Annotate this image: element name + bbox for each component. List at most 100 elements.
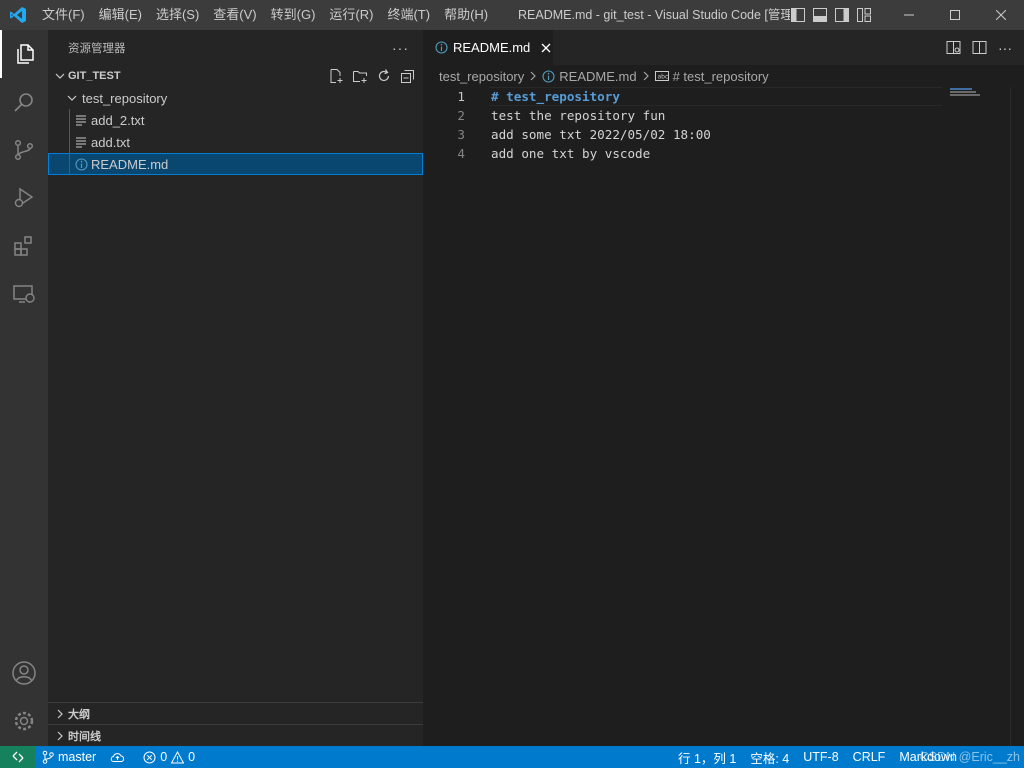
outline-section-header[interactable]: 大纲	[48, 702, 423, 724]
editor-actions: ···	[944, 30, 1014, 65]
open-preview-icon[interactable]	[944, 39, 962, 57]
sync-changes[interactable]	[103, 746, 136, 768]
timeline-label: 时间线	[68, 730, 101, 743]
code-line: 2 test the repository fun	[423, 106, 1024, 125]
close-icon[interactable]	[538, 40, 553, 56]
collapse-all-icon[interactable]	[399, 67, 417, 85]
breadcrumb-symbol[interactable]: # test_repository	[673, 69, 769, 84]
menu-file[interactable]: 文件(F)	[35, 0, 92, 30]
workspace-section-header[interactable]: GIT_TEST	[48, 65, 423, 87]
folder-name: test_repository	[82, 90, 168, 106]
warning-count: 0	[188, 750, 196, 764]
line-text: # test_repository	[491, 89, 620, 104]
line-text: add one txt by vscode	[491, 146, 651, 161]
menu-bar: 文件(F) 编辑(E) 选择(S) 查看(V) 转到(G) 运行(R) 终端(T…	[35, 0, 495, 30]
branch-indicator[interactable]: master	[35, 746, 103, 768]
menu-terminal[interactable]: 终端(T)	[380, 0, 437, 30]
run-debug-icon[interactable]	[0, 174, 48, 222]
layout-controls	[790, 0, 872, 30]
tab-bar: README.md ···	[423, 30, 1024, 65]
status-right: 行 1，列 1 空格: 4 UTF-8 CRLF Markdown CSDN @…	[671, 746, 1024, 768]
window-title: README.md - git_test - Visual Studio Cod…	[518, 8, 790, 22]
account-icon[interactable]	[0, 649, 48, 697]
menu-edit[interactable]: 编辑(E)	[92, 0, 149, 30]
status-bar: master 0 0 行 1，列 1 空格: 4 UTF-8 CRLF Mark…	[0, 746, 1024, 768]
cursor-position[interactable]: 行 1，列 1	[671, 746, 743, 768]
branch-name: master	[58, 750, 97, 764]
chevron-right-icon	[52, 731, 68, 741]
breadcrumb-file[interactable]: README.md	[559, 69, 636, 84]
more-actions-icon[interactable]: ···	[996, 39, 1014, 57]
text-file-icon	[73, 134, 89, 150]
code-editor[interactable]: 1 # test_repository 2 test the repositor…	[423, 87, 1024, 163]
remote-explorer-icon[interactable]	[0, 270, 48, 318]
split-editor-icon[interactable]	[970, 39, 988, 57]
file-name: add_2.txt	[91, 112, 145, 128]
git-branch-icon	[42, 750, 54, 764]
menu-selection[interactable]: 选择(S)	[149, 0, 206, 30]
code-line: 3 add some txt 2022/05/02 18:00	[423, 125, 1024, 144]
chevron-down-icon	[52, 71, 68, 81]
problems-indicator[interactable]: 0 0	[136, 746, 202, 768]
refresh-icon[interactable]	[375, 67, 393, 85]
menu-view[interactable]: 查看(V)	[206, 0, 263, 30]
info-icon	[435, 41, 448, 54]
file-row-selected[interactable]: README.md	[48, 153, 423, 175]
chevron-right-icon	[642, 71, 650, 81]
line-number: 2	[457, 108, 465, 123]
line-text: add some txt 2022/05/02 18:00	[491, 127, 711, 142]
warning-icon	[171, 750, 185, 764]
indentation[interactable]: 空格: 4	[743, 746, 796, 768]
outline-label: 大纲	[68, 708, 90, 721]
menu-run[interactable]: 运行(R)	[322, 0, 380, 30]
search-icon[interactable]	[0, 78, 48, 126]
menu-go[interactable]: 转到(G)	[264, 0, 323, 30]
code-line: 1 # test_repository	[423, 87, 1024, 106]
explorer-header: 资源管理器 ···	[48, 30, 423, 65]
string-symbol-icon: abc	[654, 70, 669, 82]
customize-layout-icon[interactable]	[856, 7, 872, 23]
error-icon	[143, 751, 156, 764]
file-name: README.md	[91, 156, 169, 172]
minimize-icon[interactable]	[886, 0, 932, 30]
text-file-icon	[73, 112, 89, 128]
tab-readme[interactable]: README.md	[423, 30, 553, 65]
toggle-panel-icon[interactable]	[812, 7, 828, 23]
line-number: 3	[457, 127, 465, 142]
menu-help[interactable]: 帮助(H)	[437, 0, 495, 30]
activity-bar	[0, 30, 48, 746]
vscode-logo-icon[interactable]	[0, 0, 35, 30]
toggle-sidebar-icon[interactable]	[790, 7, 806, 23]
gear-icon[interactable]	[0, 697, 48, 745]
maximize-icon[interactable]	[932, 0, 978, 30]
new-file-icon[interactable]	[327, 67, 345, 85]
explorer-icon[interactable]	[0, 30, 48, 78]
encoding[interactable]: UTF-8	[796, 746, 845, 768]
explorer-sidebar: 资源管理器 ··· GIT_TEST test_repository add_2…	[48, 30, 423, 746]
breadcrumb-folder[interactable]: test_repository	[439, 69, 524, 84]
workspace-name: GIT_TEST	[68, 70, 121, 82]
extensions-icon[interactable]	[0, 222, 48, 270]
file-row[interactable]: add.txt	[48, 131, 423, 153]
chevron-down-icon	[64, 90, 80, 106]
source-control-icon[interactable]	[0, 126, 48, 174]
end-of-line[interactable]: CRLF	[846, 746, 893, 768]
line-number: 4	[457, 146, 465, 161]
line-text: test the repository fun	[491, 108, 666, 123]
toggle-secondary-sidebar-icon[interactable]	[834, 7, 850, 23]
breadcrumb: test_repository README.md abc # test_rep…	[423, 65, 1024, 87]
new-folder-icon[interactable]	[351, 67, 369, 85]
error-count: 0	[160, 750, 168, 764]
more-actions-icon[interactable]: ···	[392, 40, 409, 56]
timeline-section-header[interactable]: 时间线	[48, 724, 423, 746]
file-row[interactable]: add_2.txt	[48, 109, 423, 131]
close-window-icon[interactable]	[978, 0, 1024, 30]
explorer-actions	[327, 65, 417, 87]
minimap[interactable]	[950, 88, 980, 98]
info-icon	[73, 156, 89, 172]
indent-guide	[69, 153, 70, 175]
title-bar: 文件(F) 编辑(E) 选择(S) 查看(V) 转到(G) 运行(R) 终端(T…	[0, 0, 1024, 30]
remote-indicator-icon[interactable]	[0, 746, 35, 768]
vertical-scrollbar[interactable]	[1010, 87, 1024, 746]
folder-row[interactable]: test_repository	[48, 87, 423, 109]
